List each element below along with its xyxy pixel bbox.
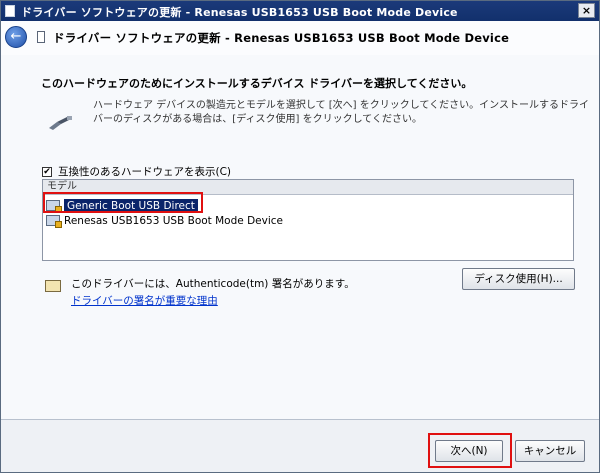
- wizard-header: ← ドライバー ソフトウェアの更新 - Renesas USB1653 USB …: [1, 21, 599, 55]
- list-item[interactable]: Renesas USB1653 USB Boot Mode Device: [46, 213, 283, 228]
- device-driver-icon: [46, 215, 62, 228]
- back-button[interactable]: ←: [5, 26, 27, 48]
- window-icon: [5, 5, 15, 17]
- content-panel: このハードウェアのためにインストールするデバイス ドライバーを選択してください。…: [1, 55, 599, 419]
- signature-link[interactable]: ドライバーの署名が重要な理由: [71, 293, 218, 308]
- driver-update-dialog: ドライバー ソフトウェアの更新 - Renesas USB1653 USB Bo…: [0, 0, 600, 473]
- instruction-heading: このハードウェアのためにインストールするデバイス ドライバーを選択してください。: [41, 77, 473, 90]
- model-column-header[interactable]: モデル: [43, 180, 573, 195]
- compat-checkbox[interactable]: ✔: [42, 166, 52, 177]
- wizard-title: ドライバー ソフトウェアの更新 - Renesas USB1653 USB Bo…: [53, 31, 510, 45]
- list-item[interactable]: Generic Boot USB Direct: [46, 198, 198, 213]
- signature-text: このドライバーには、Authenticode(tm) 署名があります。: [71, 278, 355, 290]
- usb-plug-icon: [49, 116, 72, 130]
- list-item-label[interactable]: Renesas USB1653 USB Boot Mode Device: [64, 214, 283, 228]
- device-driver-icon: [46, 200, 62, 213]
- cancel-button[interactable]: キャンセル: [515, 440, 585, 462]
- certificate-icon: [45, 280, 61, 292]
- footer-bar: 次へ(N) キャンセル: [1, 420, 599, 472]
- compat-hardware-option[interactable]: ✔ 互換性のあるハードウェアを表示(C): [42, 164, 231, 179]
- title-bar: ドライバー ソフトウェアの更新 - Renesas USB1653 USB Bo…: [1, 1, 599, 21]
- model-list[interactable]: モデル Generic Boot USB Direct Renesas USB1…: [42, 179, 574, 261]
- window-title: ドライバー ソフトウェアの更新 - Renesas USB1653 USB Bo…: [21, 6, 458, 19]
- close-button[interactable]: ×: [578, 3, 595, 18]
- device-icon: [37, 31, 45, 43]
- have-disk-button[interactable]: ディスク使用(H)...: [462, 268, 575, 290]
- next-button[interactable]: 次へ(N): [435, 440, 503, 462]
- compat-checkbox-label[interactable]: 互換性のあるハードウェアを表示(C): [58, 164, 231, 179]
- list-item-label[interactable]: Generic Boot USB Direct: [64, 198, 198, 213]
- instruction-description: ハードウェア デバイスの製造元とモデルを選択して [次へ] をクリックしてくださ…: [93, 100, 589, 125]
